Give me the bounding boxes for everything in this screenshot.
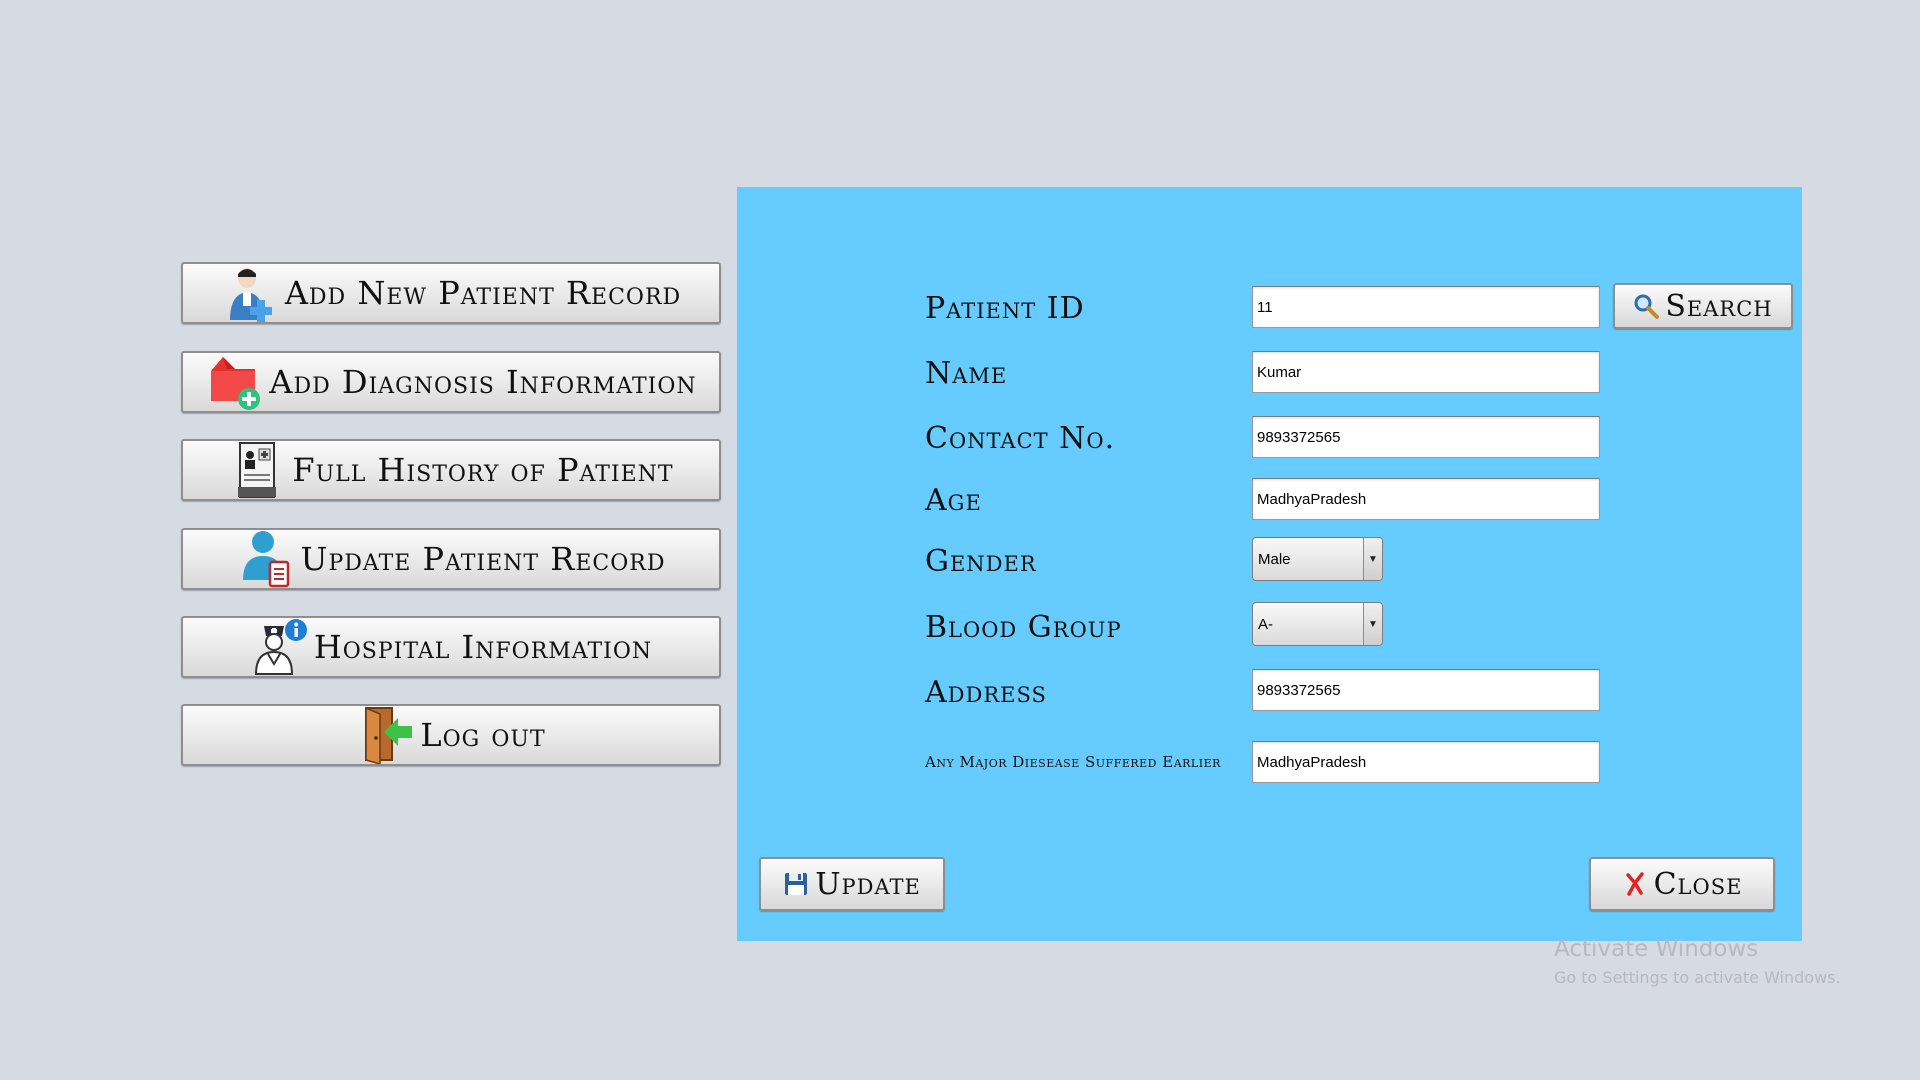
activate-windows-watermark: Activate Windows Go to Settings to activ… [1554,936,1841,987]
add-new-patient-record-button[interactable]: Add New Patient Record [181,262,721,324]
search-button[interactable]: Search [1613,283,1793,329]
name-input[interactable] [1252,351,1600,393]
gender-label: Gender [925,544,1037,579]
age-input[interactable] [1252,478,1600,520]
user-clipboard-icon [237,530,295,588]
name-label: Name [925,356,1008,391]
full-history-of-patient-label: Full History of Patient [292,451,674,489]
patient-id-label: Patient ID [925,291,1085,326]
log-out-label: Log out [420,716,546,754]
address-input[interactable] [1252,669,1600,711]
chevron-down-icon[interactable]: ▼ [1363,603,1382,645]
gender-select-value: Male [1258,550,1291,568]
red-folder-plus-icon [205,353,263,411]
contact-no-input[interactable] [1252,416,1600,458]
contact-no-label: Contact No. [925,421,1116,456]
door-exit-icon [356,706,414,764]
log-out-button[interactable]: Log out [181,704,721,766]
floppy-disk-icon [783,871,809,897]
full-history-of-patient-button[interactable]: Full History of Patient [181,439,721,501]
patient-id-input[interactable] [1252,286,1600,328]
red-x-icon [1622,871,1648,897]
add-diagnosis-information-button[interactable]: Add Diagnosis Information [181,351,721,413]
watermark-title: Activate Windows [1554,936,1759,962]
doctor-plus-icon [221,264,279,322]
blood-group-select-value: A- [1258,615,1273,633]
hospital-information-button[interactable]: Hospital Information [181,616,721,678]
update-patient-record-label: Update Patient Record [300,540,666,578]
major-disease-label: Any Major Diesease Suffered Earlier [925,753,1221,771]
magnifier-icon [1633,293,1660,319]
update-patient-record-button[interactable]: Update Patient Record [181,528,721,590]
blood-group-label: Blood Group [925,610,1122,645]
close-label: Close [1653,866,1743,902]
hospital-information-label: Hospital Information [313,628,653,666]
watermark-subtitle: Go to Settings to activate Windows. [1554,968,1841,987]
gender-select[interactable]: Male ▼ [1252,537,1383,581]
patient-file-icon [228,441,286,499]
chevron-down-icon[interactable]: ▼ [1363,538,1382,580]
address-label: Address [925,675,1047,710]
update-button[interactable]: Update [759,857,945,911]
close-button[interactable]: Close [1589,857,1775,911]
major-disease-input[interactable] [1252,741,1600,783]
app-window: Add New Patient Record Add Diagnosis Inf… [0,0,1920,1080]
nurse-info-icon [250,618,308,676]
age-label: Age [925,483,982,518]
add-diagnosis-information-label: Add Diagnosis Information [269,363,697,401]
search-label: Search [1665,288,1773,324]
patient-form-panel: Patient ID Search Name Contact No. Age G… [737,187,1802,941]
add-new-patient-record-label: Add New Patient Record [284,274,682,312]
blood-group-select[interactable]: A- ▼ [1252,602,1383,646]
update-label: Update [815,866,921,902]
